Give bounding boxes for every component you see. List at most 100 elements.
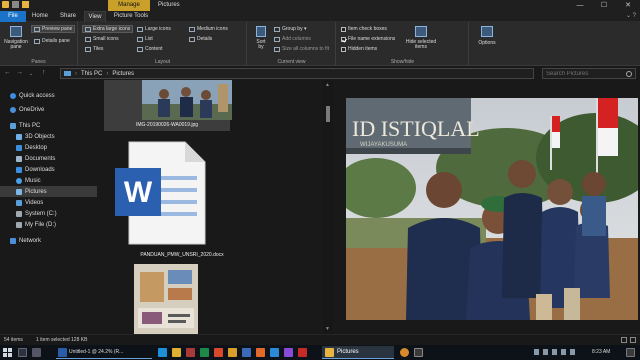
search-icon[interactable]: [18, 348, 27, 357]
chevron-up-icon[interactable]: [534, 349, 539, 355]
tab-home[interactable]: Home: [28, 11, 52, 22]
chrome-icon[interactable]: [228, 348, 237, 357]
recent-locations-chevron-icon[interactable]: ⌄: [29, 71, 33, 77]
hide-selected-items-button[interactable]: Hide selected items: [403, 26, 439, 50]
large-icons-option[interactable]: Large icons: [137, 26, 171, 32]
folder-icon[interactable]: [2, 1, 9, 8]
details-view-icon[interactable]: [621, 337, 627, 343]
file-name-extensions-checkbox[interactable]: [341, 36, 346, 42]
nav-item-documents[interactable]: Documents: [0, 153, 97, 164]
tab-view[interactable]: View: [84, 11, 106, 22]
preview-pane-icon: [34, 26, 40, 32]
scrollbar-thumb[interactable]: [326, 106, 330, 122]
options-icon: [481, 26, 493, 37]
tab-file[interactable]: File: [0, 11, 26, 22]
breadcrumb-this-pc[interactable]: This PC: [81, 71, 102, 77]
excel-icon[interactable]: [200, 348, 209, 357]
nav-item-onedrive[interactable]: OneDrive: [0, 104, 97, 115]
nav-item-downloads[interactable]: Downloads: [0, 164, 97, 175]
size-columns-button[interactable]: Size all columns to fit: [274, 46, 329, 52]
scroll-up-arrow-icon[interactable]: ▲: [325, 82, 330, 88]
nav-item-3d-objects[interactable]: 3D Objects: [0, 131, 97, 142]
volume-icon[interactable]: [552, 349, 557, 355]
nav-item-videos[interactable]: Videos: [0, 197, 97, 208]
hidden-items-toggle[interactable]: Hidden items: [341, 46, 377, 52]
nav-item-pictures[interactable]: Pictures: [0, 186, 97, 197]
hidden-items-checkbox[interactable]: [341, 46, 346, 52]
close-button[interactable]: ✕: [616, 0, 640, 11]
content-option[interactable]: Content: [137, 46, 163, 52]
scroll-down-arrow-icon[interactable]: ▼: [325, 326, 330, 332]
navigation-pane-button[interactable]: Navigation pane: [3, 26, 29, 50]
nav-item-this-pc[interactable]: This PC: [0, 120, 97, 131]
file-name[interactable]: PANDUAN_PMW_UNSRI_2020.docx: [97, 252, 267, 258]
item-check-boxes-toggle[interactable]: Item check boxes: [341, 26, 387, 32]
edge-icon[interactable]: [158, 348, 167, 357]
minimize-button[interactable]: —: [568, 0, 592, 11]
medium-icons-option[interactable]: Medium icons: [189, 26, 228, 32]
app-icon[interactable]: [256, 348, 265, 357]
search-box[interactable]: [542, 68, 636, 79]
ribbon-expand-help[interactable]: ⌄ ?: [626, 12, 636, 19]
powerpoint-icon[interactable]: [214, 348, 223, 357]
language-icon[interactable]: [570, 349, 575, 355]
size-columns-icon: [274, 46, 280, 52]
options-button[interactable]: Options: [474, 26, 500, 46]
manage-context-tab[interactable]: Manage: [108, 0, 150, 11]
nav-item-music[interactable]: Music: [0, 175, 97, 186]
file-explorer-icon[interactable]: [172, 348, 181, 357]
item-check-boxes-checkbox[interactable]: [341, 26, 346, 32]
file-list-scrollbar[interactable]: ▲ ▼: [323, 80, 333, 334]
notifications-icon[interactable]: [626, 348, 635, 357]
nav-item-system-c[interactable]: System (C:): [0, 208, 97, 219]
large-icons-view-icon[interactable]: [630, 337, 636, 343]
small-icons-option[interactable]: Small icons: [85, 36, 119, 42]
file-tile-selected[interactable]: IMG-20190026-WA0019.jpg: [104, 80, 232, 131]
clock[interactable]: 8:23 AM: [592, 349, 610, 355]
maximize-button[interactable]: ☐: [592, 0, 616, 11]
tiles-option[interactable]: Tiles: [85, 46, 103, 52]
properties-icon[interactable]: [12, 1, 19, 8]
nav-item-network[interactable]: Network: [0, 235, 97, 246]
windows-start-icon[interactable]: [3, 348, 12, 357]
up-arrow-icon[interactable]: ↑: [42, 69, 46, 76]
breadcrumb[interactable]: › This PC › Pictures: [60, 68, 534, 79]
sort-by-button[interactable]: Sort by: [252, 26, 270, 50]
word-icon[interactable]: [242, 348, 251, 357]
app-icon[interactable]: [284, 348, 293, 357]
details-option[interactable]: Details: [189, 36, 212, 42]
chrome-icon[interactable]: [400, 348, 409, 357]
list-option[interactable]: List: [137, 36, 153, 42]
taskbar-app-photoshop[interactable]: Untitled-1 @ 24.2% (R...: [56, 346, 152, 359]
taskbar-app-pictures[interactable]: Pictures: [322, 346, 394, 359]
folder-icon: [325, 347, 334, 357]
extra-large-icons-icon: [85, 26, 91, 32]
breadcrumb-pictures[interactable]: Pictures: [112, 71, 134, 77]
file-name-extensions-toggle[interactable]: File name extensions: [341, 36, 395, 42]
preview-pane-button[interactable]: Preview pane: [30, 25, 76, 33]
address-bar: ← → ⌄ ↑ › This PC › Pictures: [0, 67, 640, 80]
network-tray-icon[interactable]: [543, 349, 548, 355]
nav-item-my-file-d[interactable]: My File (D:): [0, 219, 97, 230]
app-icon[interactable]: [298, 348, 307, 357]
add-columns-button[interactable]: Add columns: [274, 36, 311, 42]
back-arrow-icon[interactable]: ←: [4, 69, 11, 76]
image-thumbnail[interactable]: [134, 264, 198, 334]
nav-item-desktop[interactable]: Desktop: [0, 142, 97, 153]
nav-item-quick-access[interactable]: Quick access: [0, 90, 97, 101]
tab-picture-tools[interactable]: Picture Tools: [110, 11, 152, 22]
app-icon[interactable]: [414, 348, 423, 357]
task-view-icon[interactable]: [32, 348, 41, 357]
group-by-button[interactable]: Group by ▾: [274, 26, 306, 32]
extra-large-icons-option[interactable]: Extra large icons: [81, 25, 134, 33]
search-input[interactable]: [546, 70, 622, 77]
media-icon[interactable]: [186, 348, 195, 357]
store-icon[interactable]: [270, 348, 279, 357]
battery-icon[interactable]: [561, 349, 566, 355]
word-document-icon[interactable]: W: [115, 140, 207, 246]
forward-arrow-icon[interactable]: →: [16, 69, 23, 76]
new-folder-icon[interactable]: [22, 1, 29, 8]
tab-share[interactable]: Share: [56, 11, 80, 22]
details-pane-button[interactable]: Details pane: [32, 38, 72, 44]
file-name: IMG-20190026-WA0019.jpg: [135, 122, 199, 128]
